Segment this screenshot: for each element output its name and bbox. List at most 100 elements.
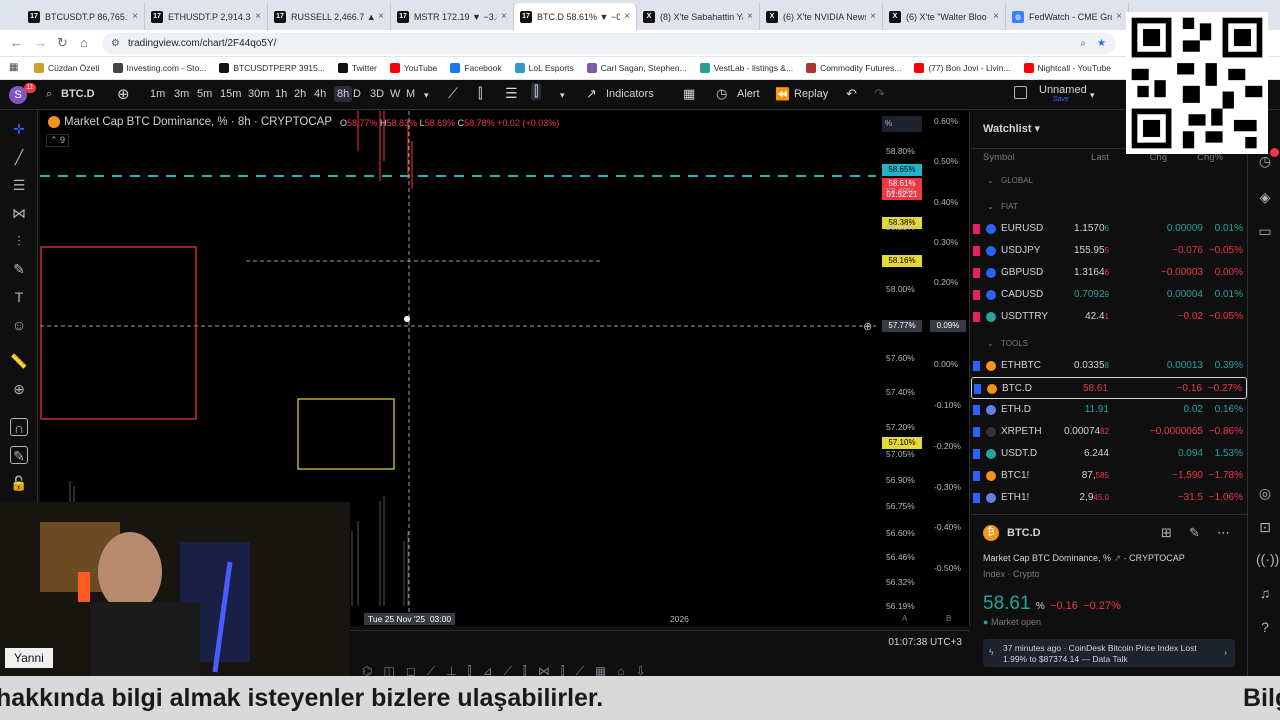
bookmark-item[interactable]: BTCUSDTPERP 3915... <box>219 63 325 73</box>
browser-tab[interactable]: X (8) X'te Sabahattin Ya × <box>637 3 760 30</box>
close-tab-icon[interactable]: × <box>501 11 507 22</box>
col-last[interactable]: Last <box>1091 152 1109 163</box>
bookmark-item[interactable]: VestLab - listings &... <box>699 63 793 73</box>
interval-30m[interactable]: 30m <box>248 88 269 100</box>
watchlist-row[interactable]: USDJPY 155.955 −0.076 −0.05% <box>971 240 1247 262</box>
details-more-icon[interactable]: ⋯ <box>1217 525 1230 541</box>
timezone-clock[interactable]: 01:07:38 UTC+3 <box>888 637 962 648</box>
close-tab-icon[interactable]: × <box>747 11 753 22</box>
close-tab-icon[interactable]: × <box>378 11 384 22</box>
browser-tab[interactable]: X (6) X'te NVIDIA News × <box>760 3 883 30</box>
trendline-icon[interactable]: ╱ <box>10 148 28 166</box>
indicators-icon[interactable]: ↗ <box>586 86 597 102</box>
bookmark-item[interactable]: Twitter <box>337 63 377 73</box>
watchlist-row[interactable]: ETHBTC 0.03358 0.00013 0.39% <box>971 355 1247 377</box>
notifications-icon[interactable]: ♫ <box>1256 584 1274 602</box>
row-flag-icon[interactable] <box>973 471 980 481</box>
pattern-icon[interactable]: ⋈ <box>10 204 28 222</box>
group-fiat[interactable]: ⌄ FIAT <box>971 198 1247 216</box>
details-symbol[interactable]: BTC.D <box>1007 527 1041 539</box>
layers-icon[interactable]: ◈ <box>1256 188 1274 206</box>
interval-3D[interactable]: 3D <box>370 88 384 100</box>
watchlist-row[interactable]: GBPUSD 1.31646 −0.00003 0.00% <box>971 262 1247 284</box>
back-icon[interactable]: ← <box>10 35 23 50</box>
help-icon[interactable]: ? <box>1256 618 1274 636</box>
watchlist-row[interactable]: USDTTRY 42.41 −0.02 −0.05% <box>971 306 1247 328</box>
undo-icon[interactable]: ↶ <box>846 86 857 102</box>
watchlist-row[interactable]: CADUSD 0.70929 0.00004 0.01% <box>971 284 1247 306</box>
watchlist-title[interactable]: Watchlist ▾ <box>983 122 1040 135</box>
interval-M[interactable]: M <box>406 88 415 100</box>
time-scale[interactable]: Tue 25 Nov '25 03:00 2026 <box>350 612 876 626</box>
reload-icon[interactable]: ↻ <box>57 35 68 51</box>
interval-dropdown-icon[interactable]: ▾ <box>424 90 429 101</box>
bookmark-item[interactable]: Commodity Futures... <box>806 63 901 73</box>
bookmark-item[interactable]: YouTube <box>389 63 437 73</box>
layout-name[interactable]: Unnamed <box>1039 84 1087 96</box>
chart-title[interactable]: Market Cap BTC Dominance, % · 8h · CRYPT… <box>64 116 332 128</box>
chart-type-icon[interactable]: ⫿ <box>531 83 542 100</box>
browser-tab[interactable]: 17 MSTR 172.19 ▼ −3.8 × <box>391 3 514 30</box>
browser-tab[interactable]: 17 BTC.D 58.61% ▼ −0.2 × <box>514 3 637 30</box>
interval-W[interactable]: W <box>390 88 400 100</box>
price-scale[interactable]: % 58.65% 58.61% 01:52:21 58.38% 58.16% 5… <box>876 111 928 626</box>
bookmark-item[interactable]: Investing.com - Sto... <box>112 63 206 73</box>
chat-icon[interactable]: ▭ <box>1256 222 1274 240</box>
close-tab-icon[interactable]: × <box>870 11 876 22</box>
interval-8h[interactable]: 8h <box>334 86 353 102</box>
close-tab-icon[interactable]: × <box>132 11 138 22</box>
target-icon[interactable]: ◎ <box>1256 484 1274 502</box>
lock-icon[interactable]: 🔓 <box>10 474 28 492</box>
stay-drawing-icon[interactable]: ✎ <box>10 446 28 464</box>
browser-tab[interactable]: 17 RUSSELL 2,466.7 ▲ - × <box>268 3 391 30</box>
col-symbol[interactable]: Symbol <box>983 152 1015 163</box>
alert-clock-icon[interactable]: ◷ <box>716 86 727 102</box>
replay-button[interactable]: Replay <box>794 88 828 100</box>
fib-icon[interactable]: ☰ <box>10 176 28 194</box>
browser-tab[interactable]: 17 ETHUSDT.P 2,914.34 × <box>145 3 268 30</box>
bookmark-item[interactable]: Nightcall - YouTube <box>1023 63 1111 73</box>
interval-2h[interactable]: 2h <box>294 88 306 100</box>
text-tool-icon[interactable]: T <box>10 288 28 306</box>
row-flag-icon[interactable] <box>973 493 980 503</box>
browser-tab[interactable]: X (6) X'te "Walter Bloo × <box>883 3 1006 30</box>
calendar-icon[interactable]: ⊡ <box>1256 518 1274 536</box>
browser-tab[interactable]: ◍ FedWatch - CME Gro × <box>1006 3 1129 30</box>
home-icon[interactable]: ⌂ <box>80 35 88 50</box>
interval-3m[interactable]: 3m <box>174 88 189 100</box>
symbol-search-icon[interactable]: ⌕ <box>46 88 52 101</box>
external-link-icon[interactable]: ↗ <box>1114 553 1122 563</box>
crosshair-icon[interactable]: ✛ <box>10 120 28 138</box>
forward-icon[interactable]: → <box>34 35 47 50</box>
line-chart-icon[interactable]: ⟋ <box>448 85 458 102</box>
crosshair-plus-icon[interactable]: ⊕ <box>863 320 872 333</box>
bookmark-item[interactable]: (77) Bon Jovi - Livin... <box>914 63 1011 73</box>
watchlist-row[interactable]: ETH.D 11.91 0.02 0.16% <box>971 399 1247 421</box>
broadcast-icon[interactable]: ((·)) <box>1256 550 1279 568</box>
indicators-collapse-button[interactable]: ⌃ 9 <box>46 134 70 147</box>
close-tab-icon[interactable]: × <box>624 11 630 22</box>
details-layout-icon[interactable]: ⊞ <box>1161 525 1172 541</box>
layout-dropdown-icon[interactable]: ▾ <box>1090 90 1095 101</box>
interval-D[interactable]: D <box>353 88 361 100</box>
close-tab-icon[interactable]: × <box>1116 11 1122 22</box>
emoji-icon[interactable]: ☺ <box>10 316 28 334</box>
zoom-icon[interactable]: ⌕ <box>1080 33 1086 54</box>
row-flag-icon[interactable] <box>973 246 980 256</box>
row-flag-icon[interactable] <box>973 427 980 437</box>
row-flag-icon[interactable] <box>973 405 980 415</box>
redo-icon[interactable]: ↷ <box>874 86 885 102</box>
bar-scale-button[interactable]: B <box>946 614 951 623</box>
row-flag-icon[interactable] <box>973 268 980 278</box>
compare-add-icon[interactable]: ⊕ <box>117 85 130 103</box>
layout-checkbox-icon[interactable] <box>1014 86 1027 99</box>
row-flag-icon[interactable] <box>974 384 981 394</box>
watchlist-row[interactable]: XRPETH 0.0007482 −0.0000065 −0.86% <box>971 421 1247 443</box>
apps-grid-icon[interactable]: ▦ <box>9 62 18 73</box>
interval-5m[interactable]: 5m <box>197 88 212 100</box>
percent-scale[interactable]: 0.09% B 0.60% 0.50% 0.40% 0.30% 0.20% 0.00% -0… <box>928 111 970 626</box>
magnet-icon[interactable]: ∩ <box>10 418 28 436</box>
site-info-icon[interactable]: ⚙ <box>111 33 120 54</box>
interval-4h[interactable]: 4h <box>314 88 326 100</box>
scale-mode-button[interactable]: % <box>882 116 922 132</box>
